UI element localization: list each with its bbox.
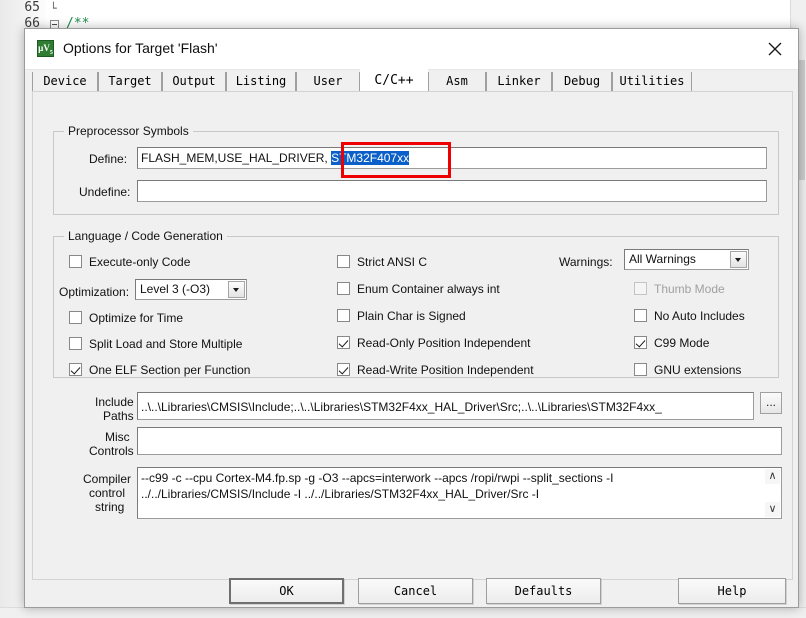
chevron-down-icon[interactable] <box>730 251 747 268</box>
label-one-elf-section: One ELF Section per Function <box>89 363 251 377</box>
compiler-control-label-line1: Compiler <box>83 472 132 486</box>
keil-uvision-icon: µV5 <box>37 40 54 57</box>
checkbox-optimize-for-time[interactable] <box>69 311 82 324</box>
optimization-label: Optimization: <box>59 285 130 299</box>
tab-target[interactable]: Target <box>98 72 162 91</box>
scroll-up-icon[interactable]: ∧ <box>765 469 780 484</box>
preprocessor-symbols-group: Preprocessor Symbols <box>53 124 779 215</box>
optimization-select[interactable]: Level 3 (-O3) <box>135 279 247 300</box>
preprocessor-symbols-title: Preprocessor Symbols <box>64 124 193 138</box>
define-value-plain: FLASH_MEM,USE_HAL_DRIVER, <box>141 151 332 165</box>
label-strict-ansi-c: Strict ANSI C <box>357 255 428 269</box>
fold-corner-icon[interactable]: └ <box>50 3 61 14</box>
editor-bottom-strip <box>0 607 806 618</box>
editor-line-number: 65 <box>24 0 40 15</box>
label-read-write-position-independent: Read-Write Position Independent <box>357 363 534 377</box>
close-button[interactable] <box>752 29 798 68</box>
help-button[interactable]: Help <box>678 578 786 604</box>
scroll-down-icon[interactable]: ∨ <box>765 502 780 517</box>
define-input[interactable]: FLASH_MEM,USE_HAL_DRIVER, STM32F407xx <box>137 147 767 169</box>
tab-c-cpp[interactable]: C/C++ <box>360 69 428 91</box>
label-gnu-extensions: GNU extensions <box>654 363 742 377</box>
include-paths-label-line1: Include <box>95 395 134 409</box>
define-value-selected: STM32F407xx <box>331 151 410 165</box>
label-optimize-for-time: Optimize for Time <box>89 311 184 325</box>
tab-user[interactable]: User <box>296 72 360 91</box>
include-paths-input[interactable]: ..\..\Libraries\CMSIS\Include;..\..\Libr… <box>137 392 754 420</box>
define-label: Define: <box>89 152 128 166</box>
checkbox-thumb-mode <box>634 282 647 295</box>
compiler-control-string-box[interactable]: --c99 -c --cpu Cortex-M4.fp.sp -g -O3 --… <box>137 467 782 519</box>
label-no-auto-includes: No Auto Includes <box>654 309 745 323</box>
ok-button[interactable]: OK <box>229 578 344 604</box>
label-execute-only-code: Execute-only Code <box>89 255 191 269</box>
compiler-control-string-line1: --c99 -c --cpu Cortex-M4.fp.sp -g -O3 --… <box>141 471 614 485</box>
compiler-control-label-line3: string <box>95 500 125 514</box>
warnings-select[interactable]: All Warnings <box>624 249 749 270</box>
checkbox-execute-only-code[interactable] <box>69 255 82 268</box>
checkbox-read-only-position-independent[interactable] <box>337 336 350 349</box>
checkbox-gnu-extensions[interactable] <box>634 363 647 376</box>
label-enum-container-int: Enum Container always int <box>357 282 500 296</box>
label-plain-char-signed: Plain Char is Signed <box>357 309 466 323</box>
checkbox-enum-container-int[interactable] <box>337 282 350 295</box>
label-read-only-position-independent: Read-Only Position Independent <box>357 336 531 350</box>
tab-utilities[interactable]: Utilities <box>612 72 692 91</box>
dialog-title: Options for Target 'Flash' <box>63 40 218 56</box>
language-code-generation-title: Language / Code Generation <box>64 229 227 243</box>
optimization-value: Level 3 (-O3) <box>140 282 211 296</box>
compiler-control-label-line2: control <box>89 486 126 500</box>
checkbox-read-write-position-independent[interactable] <box>337 363 350 376</box>
options-for-target-dialog: µV5 Options for Target 'Flash' Device Ta… <box>24 28 799 608</box>
checkbox-c99-mode[interactable] <box>634 336 647 349</box>
close-icon <box>768 42 782 56</box>
tab-debug[interactable]: Debug <box>552 72 612 91</box>
undefine-input[interactable] <box>137 180 767 202</box>
checkbox-split-load-store[interactable] <box>69 337 82 350</box>
label-c99-mode: C99 Mode <box>654 336 710 350</box>
tab-linker[interactable]: Linker <box>486 72 552 91</box>
include-paths-label-line2: Paths <box>103 409 134 423</box>
undefine-label: Undefine: <box>79 185 131 199</box>
misc-controls-input[interactable] <box>137 427 782 455</box>
misc-controls-label-line2: Controls <box>89 444 134 458</box>
defaults-button[interactable]: Defaults <box>486 578 601 604</box>
dialog-title-bar: µV5 Options for Target 'Flash' <box>25 29 798 70</box>
warnings-label: Warnings: <box>559 255 613 269</box>
tab-device[interactable]: Device <box>32 72 98 91</box>
chevron-down-icon[interactable] <box>228 281 245 298</box>
misc-controls-label-line1: Misc <box>105 430 130 444</box>
tab-listing[interactable]: Listing <box>226 72 296 91</box>
tab-asm[interactable]: Asm <box>428 72 486 91</box>
cancel-button[interactable]: Cancel <box>358 578 473 604</box>
label-split-load-store: Split Load and Store Multiple <box>89 337 243 351</box>
checkbox-plain-char-signed[interactable] <box>337 309 350 322</box>
warnings-value: All Warnings <box>629 252 696 266</box>
tab-output[interactable]: Output <box>162 72 226 91</box>
include-paths-browse-button[interactable]: ... <box>760 392 782 414</box>
compiler-control-string-line2: ../../Libraries/CMSIS/Include -I ../../L… <box>141 487 540 501</box>
checkbox-strict-ansi-c[interactable] <box>337 255 350 268</box>
tab-panel-c-cpp: Preprocessor Symbols Define: FLASH_MEM,U… <box>32 91 793 580</box>
checkbox-no-auto-includes[interactable] <box>634 309 647 322</box>
label-thumb-mode: Thumb Mode <box>654 282 725 296</box>
checkbox-one-elf-section[interactable] <box>69 363 82 376</box>
tab-strip: Device Target Output Listing User C/C++ … <box>25 69 798 91</box>
